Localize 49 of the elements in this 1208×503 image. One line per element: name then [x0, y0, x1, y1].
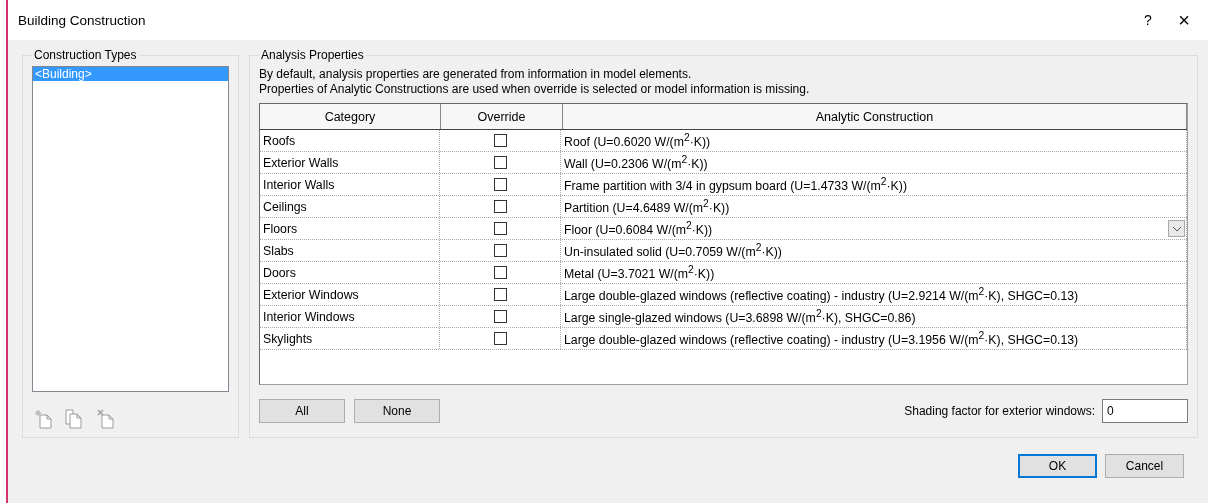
- help-button[interactable]: ?: [1130, 12, 1166, 28]
- table-cell: Partition (U=4.6489 W/(m$^{2}$·K)): [564, 197, 730, 216]
- dropdown-button[interactable]: [1168, 220, 1185, 237]
- table-cell: Frame partition with 3/4 in gypsum board (U=1.4733 W/(m$^{2}$·K)): [564, 175, 907, 194]
- table-cell: Floor (U=0.6084 W/(m$^{2}$·K)): [564, 219, 713, 238]
- table-cell: Floors: [260, 218, 440, 239]
- override-checkbox[interactable]: [493, 310, 507, 323]
- table-cell: Doors: [260, 262, 440, 283]
- column-header[interactable]: Category: [260, 104, 441, 129]
- table-cell: Un-insulated solid (U=0.7059 W/(m$^{2}$·K)): [564, 241, 782, 260]
- table-cell: Exterior Walls: [260, 152, 440, 173]
- column-header[interactable]: Override: [441, 104, 563, 129]
- column-header[interactable]: Analytic Construction: [563, 104, 1187, 129]
- override-checkbox[interactable]: [493, 288, 507, 301]
- dialog-button[interactable]: OK: [1018, 454, 1097, 478]
- table-cell: Large single-glazed windows (U=3.6898 W/(m$^{2}$·K), SHGC=0.86): [564, 307, 916, 326]
- override-checkbox[interactable]: [493, 178, 507, 191]
- group-label: Construction Types: [33, 48, 138, 62]
- shading-factor-label: Shading factor for exterior windows:: [904, 404, 1095, 418]
- table-cell: Large double-glazed windows (reflective coating) - industry (U=2.9214 W/(m$^{2}$·K), SHGC=0.13): [564, 285, 1079, 304]
- delete-document-icon[interactable]: [97, 409, 115, 429]
- table-cell: Roofs: [260, 130, 440, 151]
- table-cell: Exterior Windows: [260, 284, 440, 305]
- description-text: Properties of Analytic Constructions are used when override is selected or model information is missing.: [259, 82, 811, 97]
- close-button[interactable]: ×: [1166, 8, 1202, 32]
- override-checkbox[interactable]: [493, 266, 507, 279]
- window-title: Building Construction: [18, 12, 147, 28]
- shading-factor-field[interactable]: 0: [1102, 399, 1188, 423]
- description-text: By default, analysis properties are generated from information in model elements.: [259, 67, 693, 82]
- override-checkbox[interactable]: [493, 134, 507, 147]
- chevron-down-icon: [1171, 225, 1182, 232]
- group-label: Analysis Properties: [260, 48, 365, 62]
- table-cell: Interior Walls: [260, 174, 440, 195]
- table-cell: Roof (U=0.6020 W/(m$^{2}$·K)): [564, 131, 711, 150]
- override-checkbox[interactable]: [493, 156, 507, 169]
- table-cell: Wall (U=0.2306 W/(m$^{2}$·K)): [564, 153, 708, 172]
- table-cell: Interior Windows: [260, 306, 440, 327]
- select-button[interactable]: None: [354, 399, 440, 423]
- dialog-button[interactable]: Cancel: [1105, 454, 1184, 478]
- override-checkbox[interactable]: [493, 332, 507, 345]
- override-checkbox[interactable]: [493, 222, 507, 235]
- table-cell: Large double-glazed windows (reflective coating) - industry (U=3.1956 W/(m$^{2}$·K), SHGC=0.13): [564, 329, 1079, 348]
- override-checkbox[interactable]: [493, 244, 507, 257]
- override-checkbox[interactable]: [493, 200, 507, 213]
- table-cell: Ceilings: [260, 196, 440, 217]
- select-button[interactable]: All: [259, 399, 345, 423]
- table-cell: Metal (U=3.7021 W/(m$^{2}$·K)): [564, 263, 715, 282]
- table-cell: Slabs: [260, 240, 440, 261]
- table-cell: Skylights: [260, 328, 440, 349]
